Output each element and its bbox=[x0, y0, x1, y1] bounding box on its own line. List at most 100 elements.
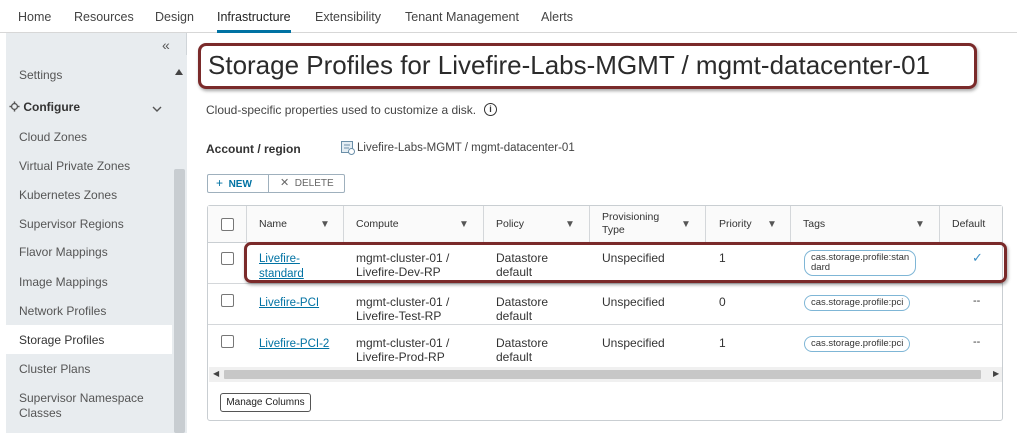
filter-icon[interactable]: ▼ bbox=[767, 219, 777, 230]
manage-columns-button[interactable]: Manage Columns bbox=[220, 393, 311, 412]
filter-icon[interactable]: ▼ bbox=[320, 219, 330, 230]
tag-line: cas.storage.profile:pci bbox=[811, 297, 904, 308]
priority-cell: 0 bbox=[719, 295, 726, 309]
column-header-tags[interactable]: Tags bbox=[803, 218, 825, 231]
grid-horizontal-scrollbar[interactable]: ◀ ▶ bbox=[209, 367, 1002, 382]
gear-icon bbox=[9, 101, 20, 112]
page-title: Storage Profiles for Livefire-Labs-MGMT … bbox=[208, 50, 931, 80]
tab-design[interactable]: Design bbox=[155, 0, 194, 33]
row-checkbox[interactable] bbox=[221, 294, 234, 307]
scroll-left-arrow-icon[interactable]: ◀ bbox=[213, 369, 219, 378]
column-header-provisioning-type[interactable]: Provisioning Type bbox=[602, 211, 659, 237]
priority-cell: 1 bbox=[719, 336, 726, 350]
new-button[interactable]: + NEW bbox=[208, 175, 269, 192]
sidebar-item-virtual-private-zones[interactable]: Virtual Private Zones bbox=[19, 159, 130, 173]
page-description: Cloud-specific properties used to custom… bbox=[206, 103, 477, 117]
policy-line: Datastore bbox=[496, 336, 549, 350]
policy-line: Datastore bbox=[496, 295, 549, 309]
provisioning-cell: Unspecified bbox=[602, 295, 665, 309]
default-value: -- bbox=[973, 336, 981, 348]
sidebar-section-configure[interactable]: Configure bbox=[9, 100, 80, 114]
tab-infrastructure[interactable]: Infrastructure bbox=[217, 0, 291, 33]
policy-cell: Datastore default bbox=[496, 295, 548, 323]
tab-tenant-management[interactable]: Tenant Management bbox=[405, 0, 519, 33]
provisioning-cell: Unspecified bbox=[602, 336, 665, 350]
table-row[interactable]: Livefire-PCI-2 mgmt-cluster-01 / Livefir… bbox=[208, 326, 1002, 366]
column-header-compute[interactable]: Compute bbox=[356, 218, 399, 231]
column-separator bbox=[589, 206, 590, 243]
compute-line: Livefire-Prod-RP bbox=[356, 350, 445, 364]
type-label: Type bbox=[602, 224, 625, 236]
profile-name-link[interactable]: Livefire-PCI-2 bbox=[259, 336, 329, 351]
tab-home[interactable]: Home bbox=[18, 0, 51, 33]
tag-chip: cas.storage.profile:pci bbox=[804, 336, 911, 352]
row-checkbox[interactable] bbox=[221, 335, 234, 348]
sidebar-item-supervisor-regions[interactable]: Supervisor Regions bbox=[19, 217, 124, 231]
sidebar-item-storage-profiles[interactable]: Storage Profiles bbox=[19, 333, 104, 347]
column-header-policy[interactable]: Policy bbox=[496, 218, 524, 231]
sidebar-item-supervisor-namespace[interactable]: Supervisor Namespace bbox=[19, 391, 144, 405]
row-checkbox[interactable] bbox=[221, 252, 234, 265]
sidebar-item-network-profiles[interactable]: Network Profiles bbox=[19, 304, 106, 318]
action-button-group: + NEW ✕ DELETE bbox=[207, 174, 345, 193]
scroll-up-arrow-icon[interactable] bbox=[175, 69, 183, 75]
table-row[interactable]: Livefire-PCI mgmt-cluster-01 / Livefire-… bbox=[208, 285, 1002, 325]
tab-resources[interactable]: Resources bbox=[74, 0, 134, 33]
top-nav: Home Resources Design Infrastructure Ext… bbox=[0, 0, 1017, 33]
column-header-default[interactable]: Default bbox=[952, 218, 985, 231]
column-separator bbox=[705, 206, 706, 243]
scroll-right-arrow-icon[interactable]: ▶ bbox=[993, 369, 999, 378]
configure-label: Configure bbox=[23, 100, 81, 114]
sidebar-item-cluster-plans[interactable]: Cluster Plans bbox=[19, 362, 90, 376]
sidebar-item-image-mappings[interactable]: Image Mappings bbox=[19, 275, 108, 289]
sidebar-item-settings[interactable]: Settings bbox=[19, 68, 62, 82]
compute-cell: mgmt-cluster-01 / Livefire-Test-RP bbox=[356, 295, 449, 323]
plus-icon: + bbox=[216, 176, 224, 190]
tag-chip: cas.storage.profile:pci bbox=[804, 295, 911, 311]
provisioning-label: Provisioning bbox=[602, 211, 660, 223]
filter-icon[interactable]: ▼ bbox=[459, 219, 469, 230]
sidebar-item-cloud-zones[interactable]: Cloud Zones bbox=[19, 130, 87, 144]
collapse-sidebar-icon[interactable]: « bbox=[162, 37, 170, 53]
info-icon[interactable]: i bbox=[484, 103, 497, 116]
sidebar-item-flavor-mappings[interactable]: Flavor Mappings bbox=[19, 245, 108, 259]
column-separator bbox=[343, 206, 344, 243]
name-line[interactable]: Livefire-PCI bbox=[259, 297, 319, 309]
account-region-label: Account / region bbox=[206, 142, 301, 156]
column-separator bbox=[790, 206, 791, 243]
name-line[interactable]: Livefire-PCI-2 bbox=[259, 338, 329, 350]
filter-icon[interactable]: ▼ bbox=[565, 219, 575, 230]
select-all-checkbox[interactable] bbox=[221, 218, 234, 231]
policy-line: default bbox=[496, 309, 533, 323]
new-button-label: NEW bbox=[228, 179, 252, 190]
sidebar-scrollbar-thumb[interactable] bbox=[174, 169, 185, 433]
filter-icon[interactable]: ▼ bbox=[915, 219, 925, 230]
compute-line: Livefire-Test-RP bbox=[356, 309, 442, 323]
account-region-value: Livefire-Labs-MGMT / mgmt-datacenter-01 bbox=[357, 142, 575, 154]
storage-profiles-grid: Name ▼ Compute ▼ Policy ▼ Provisioning T… bbox=[207, 205, 1003, 421]
policy-line: default bbox=[496, 350, 533, 364]
delete-button[interactable]: ✕ DELETE bbox=[270, 175, 345, 192]
grid-scrollbar-thumb[interactable] bbox=[224, 370, 981, 379]
sidebar-item-kubernetes-zones[interactable]: Kubernetes Zones bbox=[19, 188, 117, 202]
close-icon: ✕ bbox=[280, 177, 290, 189]
column-header-name[interactable]: Name bbox=[259, 218, 287, 231]
default-value: -- bbox=[973, 295, 981, 307]
compute-line: mgmt-cluster-01 / bbox=[356, 295, 450, 309]
tab-extensibility[interactable]: Extensibility bbox=[315, 0, 381, 33]
column-separator bbox=[246, 206, 247, 243]
sidebar-item-classes[interactable]: Classes bbox=[19, 406, 62, 420]
column-separator bbox=[939, 206, 940, 243]
filter-icon[interactable]: ▼ bbox=[681, 219, 691, 230]
grid-header: Name ▼ Compute ▼ Policy ▼ Provisioning T… bbox=[208, 206, 1002, 243]
tab-alerts[interactable]: Alerts bbox=[541, 0, 573, 33]
cloud-account-icon bbox=[341, 141, 355, 155]
compute-cell: mgmt-cluster-01 / Livefire-Prod-RP bbox=[356, 336, 449, 364]
row-highlight-box bbox=[244, 242, 1007, 283]
column-header-priority[interactable]: Priority bbox=[719, 218, 752, 231]
tag-line: cas.storage.profile:pci bbox=[811, 338, 904, 349]
policy-cell: Datastore default bbox=[496, 336, 548, 364]
chevron-down-icon[interactable] bbox=[152, 105, 162, 113]
compute-line: mgmt-cluster-01 / bbox=[356, 336, 450, 350]
profile-name-link[interactable]: Livefire-PCI bbox=[259, 295, 319, 310]
